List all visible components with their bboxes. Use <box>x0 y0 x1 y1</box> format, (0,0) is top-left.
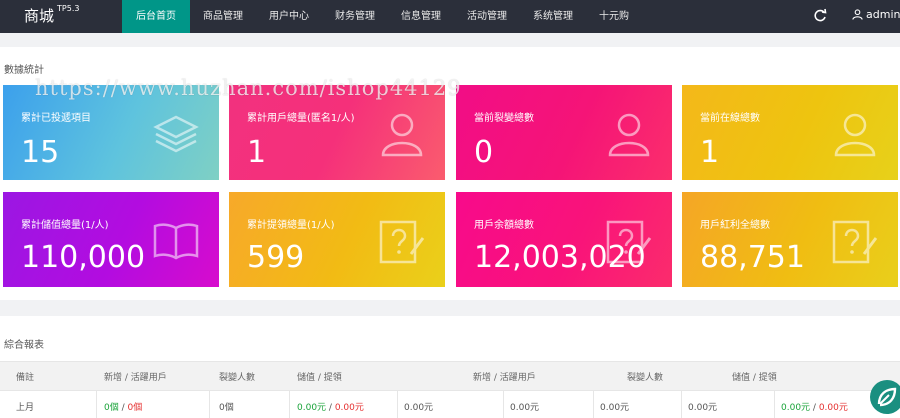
stat-card-fission[interactable]: 當前裂變總數 0 <box>456 85 672 180</box>
card-label: 累計提領總量(1/人) <box>247 220 335 231</box>
user-icon <box>852 9 863 20</box>
nav-users[interactable]: 用户中心 <box>256 0 322 33</box>
col-header-new-active: 新增 / 活躍用戶 <box>104 373 167 383</box>
card-value: 88,751 <box>700 240 805 275</box>
cell-divider <box>774 391 775 418</box>
user-icon <box>608 113 650 157</box>
card-label: 當前在線總數 <box>700 113 760 124</box>
card-label: 用戶余額總數 <box>474 220 534 231</box>
row-fission: 0個 <box>219 403 234 413</box>
row-cell-7: 0.00元 <box>600 403 630 413</box>
edit-icon <box>832 220 878 264</box>
refresh-icon[interactable] <box>812 8 828 24</box>
col-header-new-active-2: 新增 / 活躍用戶 <box>473 373 536 383</box>
card-label: 累計已投遞項目 <box>21 113 91 124</box>
watermark-text: https://www.huzhan.com/ishop44129 <box>35 76 462 100</box>
nav-products[interactable]: 商品管理 <box>190 0 256 33</box>
col-header-note: 備註 <box>16 373 35 383</box>
book-icon <box>153 223 199 260</box>
cell-divider <box>96 391 97 418</box>
stat-card-withdraw[interactable]: 累計提領總量(1/人) 599 <box>229 192 445 287</box>
row-cell-8: 0.00元 <box>688 403 718 413</box>
cell-divider <box>681 391 682 418</box>
stat-card-online[interactable]: 當前在線總數 1 <box>682 85 898 180</box>
leaf-icon <box>877 387 897 407</box>
cell-divider <box>289 391 290 418</box>
stat-card-balance[interactable]: 用戶余額總數 12,003,020 <box>456 192 672 287</box>
card-value: 1 <box>247 135 267 170</box>
nav-info[interactable]: 信息管理 <box>388 0 454 33</box>
col-header-fission-2: 裂變人數 <box>627 373 664 383</box>
row-cell-6: 0.00元 <box>510 403 540 413</box>
nav-ten-yuan[interactable]: 十元购 <box>586 0 642 33</box>
user-icon <box>381 113 423 157</box>
card-label: 累計儲值總量(1/人) <box>21 220 109 231</box>
cell-divider <box>209 391 210 418</box>
card-label: 累計用戶總量(匿名1/人) <box>247 113 355 124</box>
user-menu[interactable]: admin <box>852 8 900 21</box>
cell-divider <box>503 391 504 418</box>
stat-card-deposit[interactable]: 累計儲值總量(1/人) 110,000 <box>3 192 219 287</box>
cell-divider <box>397 391 398 418</box>
user-icon <box>834 113 876 157</box>
brand-logo[interactable]: 商城 TP5.3 <box>24 4 80 26</box>
nav-finance[interactable]: 财务管理 <box>322 0 388 33</box>
username: admin <box>866 8 900 21</box>
cell-divider <box>593 391 594 418</box>
card-value: 0 <box>474 135 494 170</box>
row-cell-5: 0.00元 <box>404 403 434 413</box>
row-new-active: 0個 / 0個 <box>104 403 143 413</box>
nav-system[interactable]: 系统管理 <box>520 0 586 33</box>
card-label: 當前裂變總數 <box>474 113 534 124</box>
row-label: 上月 <box>16 403 35 413</box>
col-header-deposit-2: 儲值 / 提領 <box>732 373 777 383</box>
edit-icon <box>379 220 425 264</box>
row-deposit-withdraw: 0.00元 / 0.00元 <box>297 403 364 413</box>
main-nav: 后台首页 商品管理 用户中心 财务管理 信息管理 活动管理 系统管理 十元购 <box>122 0 642 33</box>
stat-card-bonus[interactable]: 用戶紅利全總數 88,751 <box>682 192 898 287</box>
col-header-fission: 裂變人數 <box>219 373 256 383</box>
stats-title: 數據統計 <box>4 65 44 76</box>
card-value: 15 <box>21 135 60 170</box>
nav-home[interactable]: 后台首页 <box>122 0 190 33</box>
report-title: 綜合報表 <box>4 340 44 351</box>
row-deposit-withdraw-2: 0.00元 / 0.00元 <box>781 403 848 413</box>
card-label: 用戶紅利全總數 <box>700 220 770 231</box>
top-navbar: 商城 TP5.3 后台首页 商品管理 用户中心 财务管理 信息管理 活动管理 系统… <box>0 0 900 33</box>
card-value: 599 <box>247 240 305 275</box>
edit-icon <box>606 220 652 264</box>
nav-activity[interactable]: 活动管理 <box>454 0 520 33</box>
col-header-deposit: 儲值 / 提領 <box>297 373 342 383</box>
version-label: TP5.3 <box>57 4 80 13</box>
floating-action-button[interactable] <box>870 380 900 414</box>
card-value: 1 <box>700 135 720 170</box>
layers-icon <box>153 115 199 153</box>
card-value: 110,000 <box>21 240 146 275</box>
